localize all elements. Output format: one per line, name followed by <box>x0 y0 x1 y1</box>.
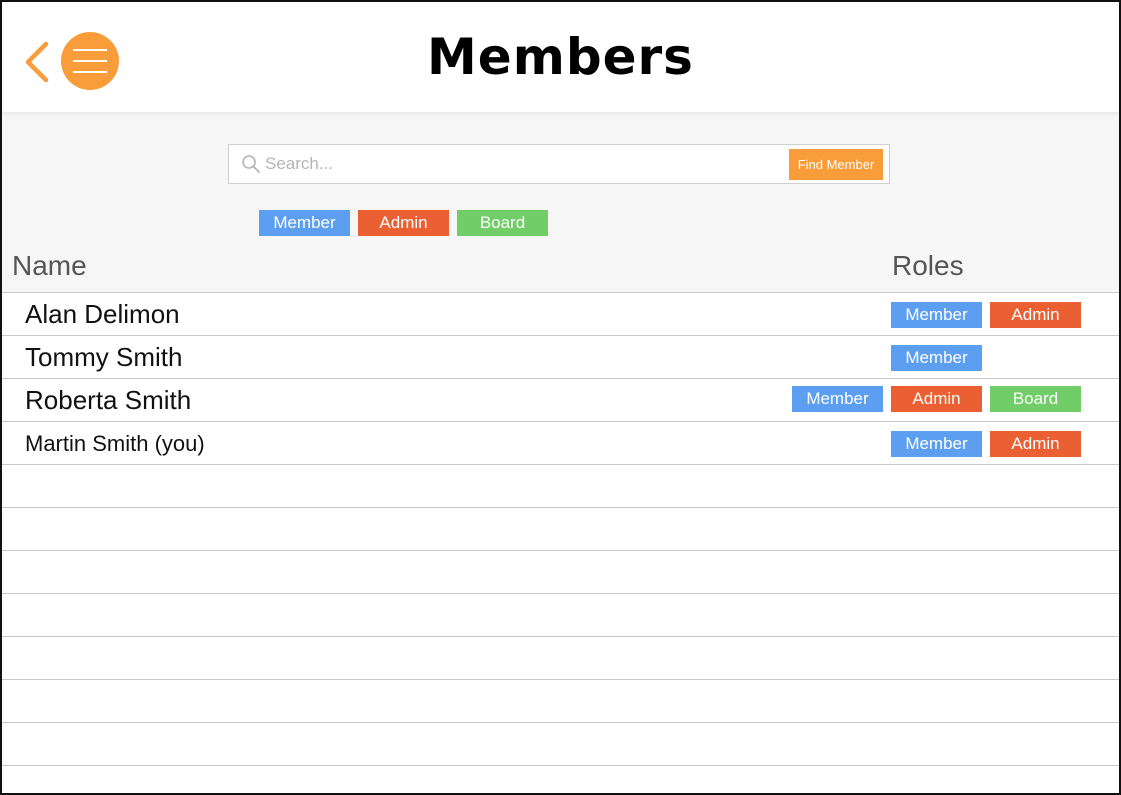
role-tags: Member Admin <box>891 431 1081 457</box>
members-table: Alan Delimon Member Admin Tommy Smith Me… <box>2 292 1119 793</box>
filter-admin[interactable]: Admin <box>358 210 449 236</box>
top-bar: Members <box>2 2 1119 112</box>
column-header-roles: Roles <box>892 250 964 281</box>
column-header-name: Name <box>12 250 87 281</box>
role-tags: Member Admin Board <box>792 386 1081 412</box>
role-badge-admin: Admin <box>990 302 1081 328</box>
role-badge-member: Member <box>792 386 883 412</box>
role-tags: Member <box>891 345 1081 371</box>
empty-row <box>2 636 1119 679</box>
empty-row <box>2 765 1119 793</box>
member-name: Alan Delimon <box>25 299 180 329</box>
empty-row <box>2 507 1119 550</box>
empty-row <box>2 593 1119 636</box>
role-tags: Member Admin <box>891 302 1081 328</box>
members-screen: Members Find Member Member Admin Board N… <box>0 0 1121 795</box>
member-row-roberta-smith[interactable]: Roberta Smith Member Admin Board <box>2 378 1119 421</box>
filter-board[interactable]: Board <box>457 210 548 236</box>
member-name: Martin Smith (you) <box>25 431 205 456</box>
page-title: Members <box>427 28 694 86</box>
role-badge-admin: Admin <box>990 431 1081 457</box>
role-badge-admin: Admin <box>891 386 982 412</box>
empty-row <box>2 679 1119 722</box>
empty-row <box>2 722 1119 765</box>
empty-row <box>2 550 1119 593</box>
role-badge-member: Member <box>891 431 982 457</box>
member-row-alan-delimon[interactable]: Alan Delimon Member Admin <box>2 292 1119 335</box>
member-row-tommy-smith[interactable]: Tommy Smith Member <box>2 335 1119 378</box>
search-icon <box>242 155 260 173</box>
empty-row <box>2 464 1119 507</box>
find-member-button[interactable]: Find Member <box>789 149 883 180</box>
role-filter-bar: Member Admin Board <box>259 210 548 236</box>
member-name: Roberta Smith <box>25 385 192 415</box>
search-input[interactable] <box>265 151 775 177</box>
role-badge-member: Member <box>891 302 982 328</box>
filter-member[interactable]: Member <box>259 210 350 236</box>
search-panel: Find Member Member Admin Board Name Role… <box>2 112 1119 292</box>
member-row-martin-smith[interactable]: Martin Smith (you) Member Admin <box>2 421 1119 464</box>
role-badge-member: Member <box>891 345 982 371</box>
role-badge-board: Board <box>990 386 1081 412</box>
search-bar: Find Member <box>228 144 890 184</box>
member-name: Tommy Smith <box>25 342 183 372</box>
